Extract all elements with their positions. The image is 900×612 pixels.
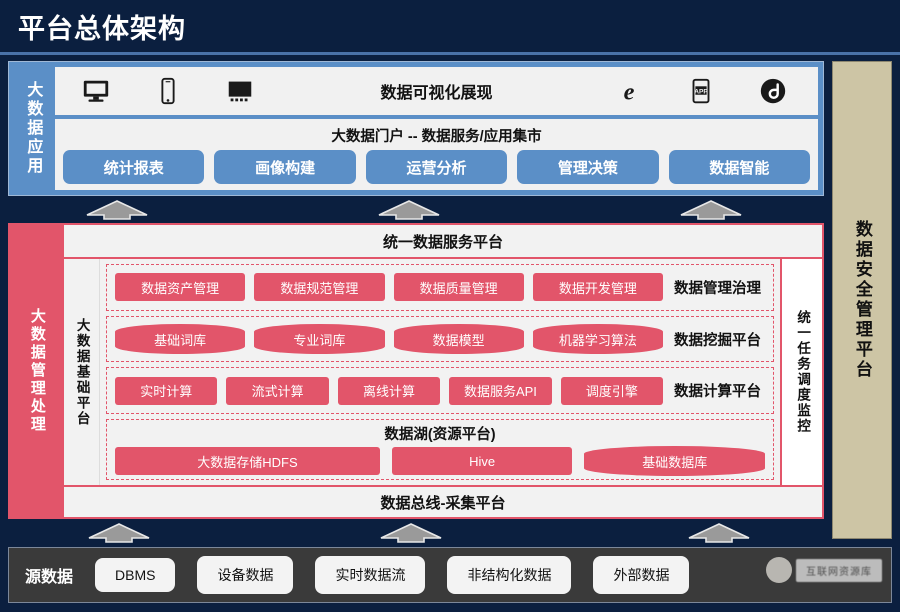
big-data-management-layer: 大数据管理处理 统一数据服务平台 大数据基础平台 数据资产管理 数据规范管理 数… bbox=[8, 223, 824, 519]
wechat-miniprogram-icon bbox=[758, 76, 788, 106]
portal-title: 大数据门户 -- 数据服务/应用集市 bbox=[331, 129, 542, 145]
title-bar: 平台总体架构 bbox=[0, 0, 900, 52]
chip-data-quality-management[interactable]: 数据质量管理 bbox=[393, 273, 524, 302]
management-layer-label: 大数据管理处理 bbox=[28, 308, 46, 434]
group-data-governance: 数据资产管理 数据规范管理 数据质量管理 数据开发管理 数据管理治理 bbox=[106, 264, 774, 311]
source-chip-device-data[interactable]: 设备数据 bbox=[197, 556, 294, 594]
data-bus-title: 数据总线-采集平台 bbox=[64, 485, 822, 517]
visualization-bar: 数据可视化展现 e APP bbox=[55, 67, 818, 115]
arrow-row-upper bbox=[8, 200, 824, 220]
management-layer-sidebar: 大数据管理处理 bbox=[10, 225, 64, 517]
arrow-row-lower bbox=[8, 523, 824, 543]
chip-machine-learning-algorithm[interactable]: 机器学习算法 bbox=[532, 324, 663, 354]
watermark-text: 互联网资源库 bbox=[796, 558, 882, 582]
group-data-computing: 实时计算 流式计算 离线计算 数据服务API 调度引擎 数据计算平台 bbox=[106, 367, 774, 415]
chip-scheduling-engine[interactable]: 调度引擎 bbox=[560, 376, 664, 405]
group-label-data-mining: 数据挖掘平台 bbox=[674, 332, 761, 349]
group-label-data-governance: 数据管理治理 bbox=[674, 280, 761, 297]
source-data-layer: 源数据 DBMS 设备数据 实时数据流 非结构化数据 外部数据 bbox=[8, 547, 892, 603]
chip-offline-computing[interactable]: 离线计算 bbox=[337, 376, 441, 405]
svg-text:APP: APP bbox=[694, 88, 708, 95]
data-lake-title: 数据湖(资源平台) bbox=[384, 427, 496, 444]
security-panel: 数据安全管理平台 bbox=[832, 61, 892, 539]
portal-bar: 大数据门户 -- 数据服务/应用集市 统计报表 画像构建 运营分析 管理决策 数… bbox=[55, 119, 818, 190]
watermark: 互联网资源库 bbox=[766, 557, 882, 583]
portal-button-statistics[interactable]: 统计报表 bbox=[63, 150, 205, 184]
portal-button-operations[interactable]: 运营分析 bbox=[365, 150, 508, 184]
big-data-application-layer: 大数据应用 数据可视化展现 e APP 大数据门户 -- 数据服务/应用集市 统… bbox=[8, 61, 824, 196]
up-arrow-icon bbox=[688, 523, 750, 543]
up-arrow-icon bbox=[86, 200, 148, 220]
chip-data-model[interactable]: 数据模型 bbox=[393, 324, 524, 354]
tablet-screen-icon bbox=[225, 76, 255, 106]
mobile-phone-icon bbox=[153, 76, 183, 106]
portal-button-intelligence[interactable]: 数据智能 bbox=[668, 150, 811, 184]
up-arrow-icon bbox=[378, 200, 440, 220]
app-icon: APP bbox=[686, 76, 716, 106]
group-label-data-computing: 数据计算平台 bbox=[674, 384, 762, 401]
diagram-canvas: 数据安全管理平台 大数据应用 数据可视化展现 e APP 大数据门户 -- 数据… bbox=[0, 55, 900, 612]
svg-text:e: e bbox=[624, 78, 635, 105]
base-platform-sidebar: 大数据基础平台 bbox=[64, 259, 100, 485]
portal-button-profiling[interactable]: 画像构建 bbox=[214, 150, 356, 184]
page-title: 平台总体架构 bbox=[18, 13, 186, 44]
chip-data-service-api[interactable]: 数据服务API bbox=[449, 376, 552, 405]
portal-button-group: 统计报表 画像构建 运营分析 管理决策 数据智能 bbox=[63, 150, 811, 184]
up-arrow-icon bbox=[680, 200, 742, 220]
watermark-avatar bbox=[766, 557, 792, 583]
chip-data-standard-management[interactable]: 数据规范管理 bbox=[254, 273, 385, 302]
monitor-icon bbox=[81, 76, 111, 106]
application-layer-sidebar: 大数据应用 bbox=[9, 62, 55, 195]
internet-explorer-icon: e bbox=[614, 76, 644, 106]
chip-basic-lexicon[interactable]: 基础词库 bbox=[115, 324, 246, 354]
chip-stream-computing[interactable]: 流式计算 bbox=[226, 376, 329, 405]
source-chip-external-data[interactable]: 外部数据 bbox=[593, 556, 690, 594]
source-chip-dbms[interactable]: DBMS bbox=[95, 558, 176, 592]
application-layer-label: 大数据应用 bbox=[24, 81, 42, 176]
security-panel-label: 数据安全管理平台 bbox=[852, 220, 872, 380]
source-chip-unstructured-data[interactable]: 非结构化数据 bbox=[447, 556, 572, 594]
chip-hdfs-storage[interactable]: 大数据存储HDFS bbox=[115, 447, 380, 476]
source-data-label: 源数据 bbox=[25, 569, 74, 586]
base-platform-label: 大数据基础平台 bbox=[74, 317, 90, 427]
group-data-mining: 基础词库 专业词库 数据模型 机器学习算法 数据挖掘平台 bbox=[106, 315, 774, 363]
unified-data-service-title: 统一数据服务平台 bbox=[64, 225, 822, 259]
group-data-lake: 数据湖(资源平台) 大数据存储HDFS Hive 基础数据库 bbox=[106, 419, 774, 481]
visualization-right-icons: e APP bbox=[614, 76, 788, 106]
chip-basic-database[interactable]: 基础数据库 bbox=[584, 446, 766, 477]
source-chip-realtime-stream[interactable]: 实时数据流 bbox=[315, 556, 426, 594]
data-lake-chips: 大数据存储HDFS Hive 基础数据库 bbox=[115, 446, 766, 477]
chip-realtime-computing[interactable]: 实时计算 bbox=[115, 376, 218, 405]
chip-professional-lexicon[interactable]: 专业词库 bbox=[254, 324, 385, 354]
management-content: 大数据基础平台 数据资产管理 数据规范管理 数据质量管理 数据开发管理 数据管理… bbox=[64, 259, 822, 485]
visualization-left-icons bbox=[81, 76, 255, 106]
chip-hive[interactable]: Hive bbox=[391, 447, 573, 476]
unified-scheduling-column: 统一任务调度监控 bbox=[780, 259, 822, 485]
unified-scheduling-label: 统一任务调度监控 bbox=[795, 310, 811, 434]
chip-data-asset-management[interactable]: 数据资产管理 bbox=[115, 273, 246, 302]
portal-button-decision[interactable]: 管理决策 bbox=[517, 150, 659, 184]
up-arrow-icon bbox=[88, 523, 150, 543]
capability-groups: 数据资产管理 数据规范管理 数据质量管理 数据开发管理 数据管理治理 基础词库 … bbox=[100, 259, 780, 485]
up-arrow-icon bbox=[380, 523, 442, 543]
management-layer-main: 统一数据服务平台 大数据基础平台 数据资产管理 数据规范管理 数据质量管理 数据… bbox=[64, 225, 822, 517]
chip-data-development-management[interactable]: 数据开发管理 bbox=[532, 273, 663, 302]
application-layer-body: 数据可视化展现 e APP 大数据门户 -- 数据服务/应用集市 统计报表 画像… bbox=[55, 62, 823, 195]
